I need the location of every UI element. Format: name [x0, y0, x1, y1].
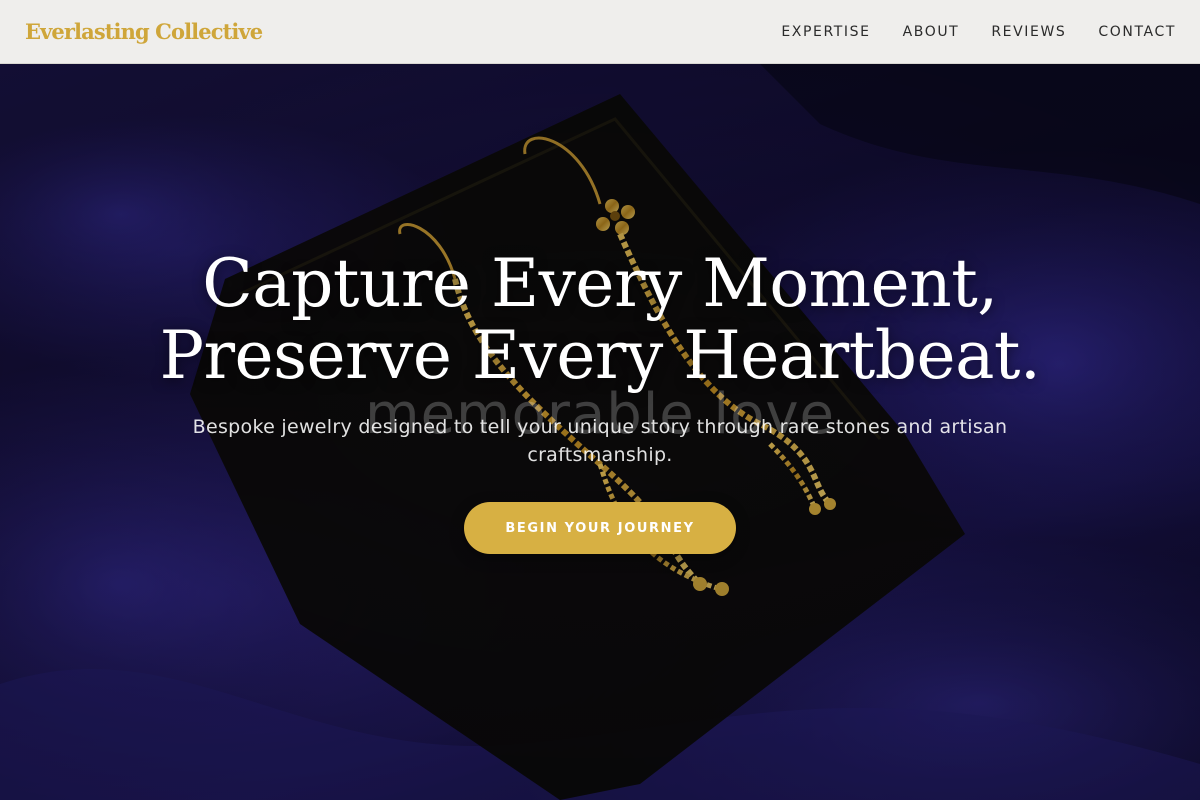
begin-journey-button[interactable]: BEGIN YOUR JOURNEY	[464, 502, 736, 554]
nav-link-expertise[interactable]: EXPERTISE	[781, 24, 870, 40]
hero-title: Capture Every Moment, Preserve Every Hea…	[0, 248, 1200, 392]
nav-link-reviews[interactable]: REVIEWS	[991, 24, 1066, 40]
nav-link-contact[interactable]: CONTACT	[1098, 24, 1176, 40]
hero-title-line-1: Capture Every Moment,	[202, 245, 998, 322]
top-navbar: Everlasting Collective EXPERTISE ABOUT R…	[0, 0, 1200, 64]
hero-title-line-2: Preserve Every Heartbeat.	[159, 317, 1041, 394]
hero-subtitle: Bespoke jewelry designed to tell your un…	[192, 416, 1008, 466]
hero-section: memorable love Capture Every Moment, Pre…	[0, 64, 1200, 800]
hero-content: memorable love Capture Every Moment, Pre…	[0, 64, 1200, 800]
nav-links: EXPERTISE ABOUT REVIEWS CONTACT	[749, 24, 1176, 40]
brand-logo[interactable]: Everlasting Collective	[25, 19, 263, 44]
nav-link-about[interactable]: ABOUT	[903, 24, 960, 40]
